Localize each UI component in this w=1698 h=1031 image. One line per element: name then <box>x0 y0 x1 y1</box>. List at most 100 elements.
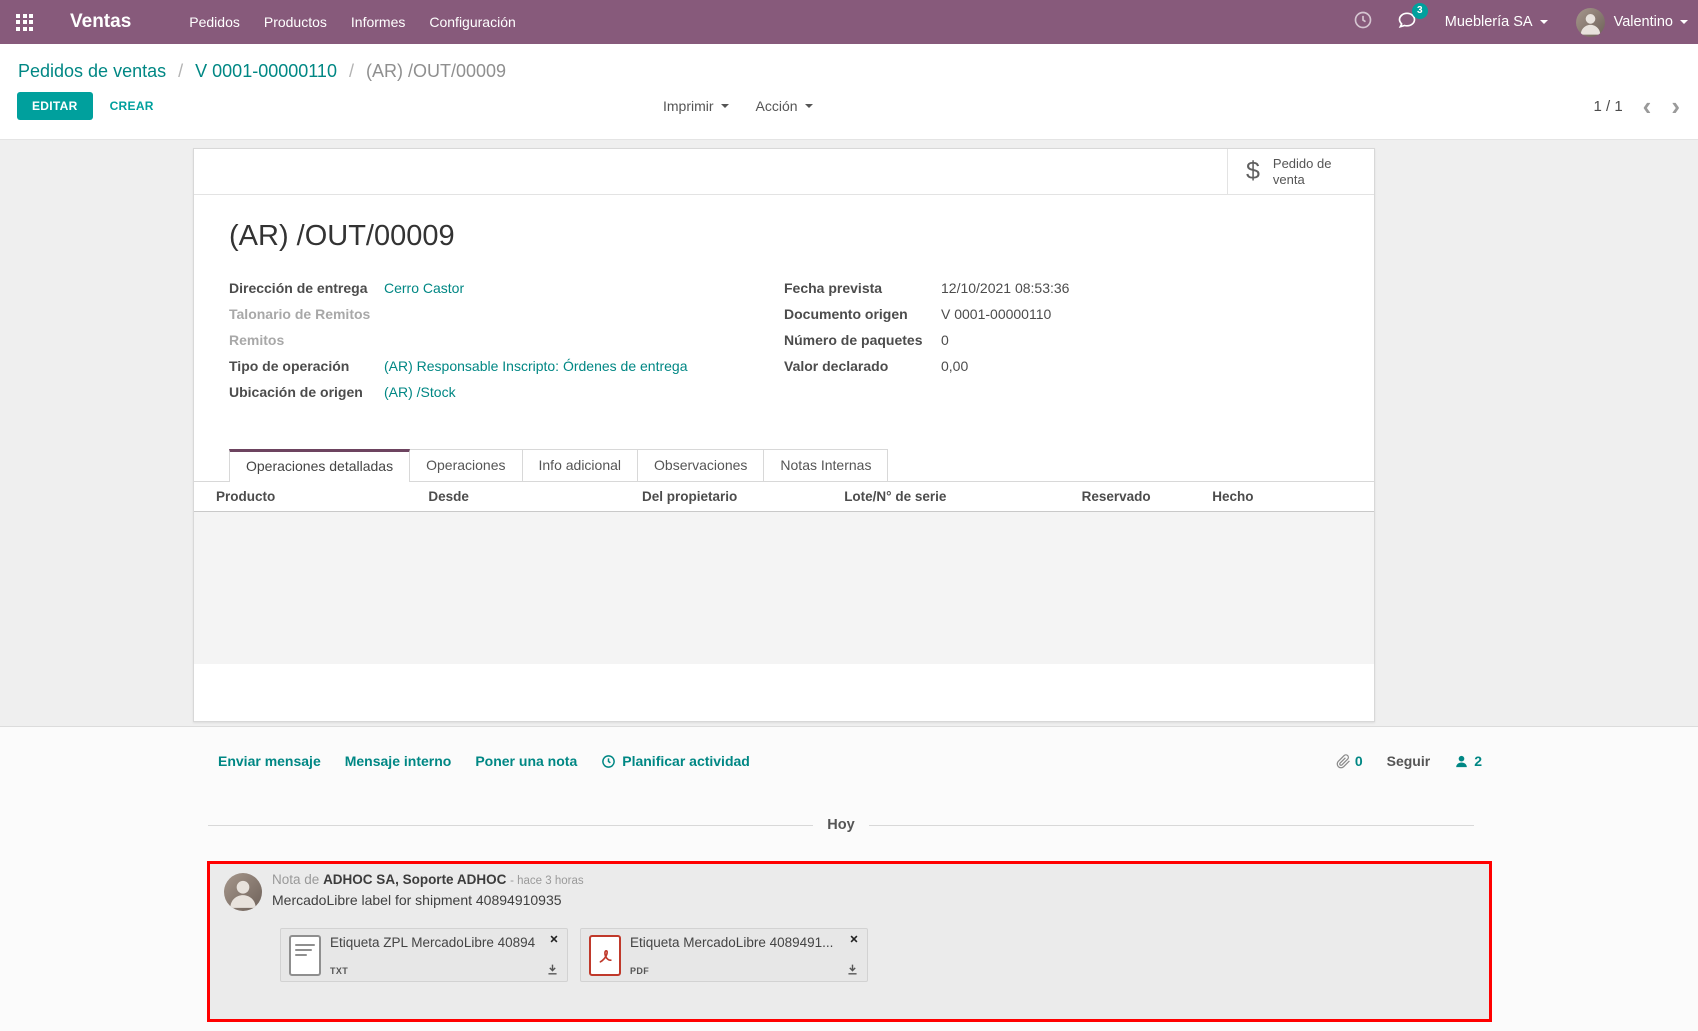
chevron-down-icon <box>1680 20 1688 24</box>
record-pager: 1 / 1 ‹ › <box>1593 96 1680 116</box>
attachments-counter[interactable]: 0 <box>1336 753 1363 769</box>
attachment-type: PDF <box>630 966 846 976</box>
attachments-count: 0 <box>1355 753 1363 769</box>
column-desde[interactable]: Desde <box>428 489 642 504</box>
operations-table-empty-body <box>194 512 1374 664</box>
attachment-type: TXT <box>330 966 546 976</box>
person-icon <box>1454 754 1469 769</box>
apps-grid-icon[interactable] <box>16 14 33 31</box>
column-hecho[interactable]: Hecho <box>1212 489 1352 504</box>
pager-previous-icon[interactable]: ‹ <box>1643 96 1652 116</box>
delivery-address-link[interactable]: Cerro Castor <box>384 280 464 296</box>
attachment-info: Etiqueta MercadoLibre 4089491... PDF <box>630 934 859 976</box>
field-label: Número de paquetes <box>784 332 941 348</box>
pdf-file-icon <box>589 935 621 976</box>
txt-file-icon <box>289 935 321 976</box>
field-label: Tipo de operación <box>229 358 384 374</box>
field-row: Dirección de entrega Cerro Castor <box>229 280 784 296</box>
day-divider-label: Hoy <box>813 817 868 833</box>
breadcrumb-order[interactable]: V 0001-00000110 <box>195 61 337 81</box>
internal-message-button[interactable]: Mensaje interno <box>345 753 452 769</box>
delete-attachment-icon[interactable] <box>849 934 859 944</box>
action-label: Acción <box>756 98 798 114</box>
field-groups: Dirección de entrega Cerro Castor Talona… <box>229 280 1339 410</box>
dollar-icon: $ <box>1246 157 1260 186</box>
field-label: Fecha prevista <box>784 280 941 296</box>
follow-button[interactable]: Seguir <box>1387 753 1431 769</box>
followers-counter[interactable]: 2 <box>1454 753 1482 769</box>
app-name[interactable]: Ventas <box>70 11 131 33</box>
message-author-avatar[interactable] <box>224 873 262 911</box>
column-lote-serie[interactable]: Lote/N° de serie <box>844 489 1081 504</box>
field-row: Documento origen V 0001-00000110 <box>784 306 1339 322</box>
message-author[interactable]: ADHOC SA, Soporte ADHOC <box>323 872 506 887</box>
field-row: Número de paquetes 0 <box>784 332 1339 348</box>
control-panel-buttons: EDITAR CREAR Imprimir Acción 1 / 1 ‹ › <box>17 92 1680 120</box>
breadcrumb-sale-orders[interactable]: Pedidos de ventas <box>18 61 166 81</box>
chatter-topbar-right: 0 Seguir 2 <box>1336 753 1482 769</box>
tab-operaciones-detalladas[interactable]: Operaciones detalladas <box>229 449 410 482</box>
paperclip-icon <box>1336 754 1351 769</box>
print-dropdown[interactable]: Imprimir <box>663 98 729 114</box>
divider-line <box>208 825 813 826</box>
pager-next-icon[interactable]: › <box>1671 96 1680 116</box>
send-message-button[interactable]: Enviar mensaje <box>218 753 321 769</box>
action-dropdown[interactable]: Acción <box>756 98 813 114</box>
field-label: Valor declarado <box>784 358 941 374</box>
create-button[interactable]: CREAR <box>110 99 154 113</box>
field-row: Fecha prevista 12/10/2021 08:53:36 <box>784 280 1339 296</box>
packages-value: 0 <box>941 332 949 348</box>
form-sheet: $ Pedido de venta (AR) /OUT/00009 Direcc… <box>193 148 1375 722</box>
column-reservado[interactable]: Reservado <box>1082 489 1213 504</box>
download-icon[interactable] <box>846 963 859 976</box>
chevron-down-icon <box>805 104 813 108</box>
note-message-annotated: Nota de ADHOC SA, Soporte ADHOC - hace 3… <box>207 861 1492 1022</box>
download-icon[interactable] <box>546 963 559 976</box>
add-note-button[interactable]: Poner una nota <box>475 753 577 769</box>
field-label: Ubicación de origen <box>229 384 384 400</box>
odoo-screen: Ventas Pedidos Productos Informes Config… <box>0 0 1698 1031</box>
user-menu[interactable]: Valentino <box>1614 14 1688 30</box>
tab-operaciones[interactable]: Operaciones <box>409 449 522 481</box>
delete-attachment-icon[interactable] <box>549 934 559 944</box>
field-row: Talonario de Remitos <box>229 306 784 322</box>
user-name: Valentino <box>1614 14 1673 30</box>
action-dropdowns: Imprimir Acción <box>663 98 813 114</box>
column-del-propietario[interactable]: Del propietario <box>642 489 844 504</box>
tab-observaciones[interactable]: Observaciones <box>637 449 764 481</box>
tab-notas-internas[interactable]: Notas Internas <box>763 449 888 481</box>
message-header: Nota de ADHOC SA, Soporte ADHOC - hace 3… <box>272 872 1489 887</box>
top-navbar: Ventas Pedidos Productos Informes Config… <box>0 0 1698 44</box>
menu-configuracion[interactable]: Configuración <box>417 0 527 44</box>
sale-order-stat-button[interactable]: $ Pedido de venta <box>1227 149 1374 194</box>
chevron-down-icon <box>1540 20 1548 24</box>
menu-informes[interactable]: Informes <box>339 0 417 44</box>
message-count-badge: 3 <box>1412 3 1428 19</box>
breadcrumb-separator: / <box>349 61 354 81</box>
followers-count: 2 <box>1474 753 1482 769</box>
user-avatar[interactable] <box>1576 8 1605 37</box>
source-location-link[interactable]: (AR) /Stock <box>384 384 456 400</box>
attachment-txt-card[interactable]: Etiqueta ZPL MercadoLibre 40894 TXT <box>280 928 568 982</box>
activities-clock-icon[interactable] <box>1353 10 1373 35</box>
operation-type-link[interactable]: (AR) Responsable Inscripto: Órdenes de e… <box>384 358 688 374</box>
column-producto[interactable]: Producto <box>216 489 428 504</box>
menu-pedidos[interactable]: Pedidos <box>177 0 252 44</box>
tab-info-adicional[interactable]: Info adicional <box>522 449 639 481</box>
schedule-activity-label: Planificar actividad <box>622 753 750 769</box>
field-label: Talonario de Remitos <box>229 306 384 322</box>
menu-productos[interactable]: Productos <box>252 0 339 44</box>
attachment-pdf-card[interactable]: Etiqueta MercadoLibre 4089491... PDF <box>580 928 868 982</box>
systray: 3 Mueblería SA Valentino <box>1353 8 1688 37</box>
edit-button[interactable]: EDITAR <box>17 92 93 120</box>
breadcrumb-current: (AR) /OUT/00009 <box>366 61 506 81</box>
company-switcher[interactable]: Mueblería SA <box>1445 14 1548 30</box>
field-row: Ubicación de origen (AR) /Stock <box>229 384 784 400</box>
breadcrumb: Pedidos de ventas / V 0001-00000110 / (A… <box>0 44 1698 82</box>
chatter-composer-buttons: Enviar mensaje Mensaje interno Poner una… <box>218 753 750 769</box>
declared-value: 0,00 <box>941 358 968 374</box>
scheduled-date-value: 12/10/2021 08:53:36 <box>941 280 1069 296</box>
document-title: (AR) /OUT/00009 <box>229 220 1374 253</box>
messages-icon[interactable]: 3 <box>1397 10 1417 35</box>
schedule-activity-button[interactable]: Planificar actividad <box>601 753 750 769</box>
